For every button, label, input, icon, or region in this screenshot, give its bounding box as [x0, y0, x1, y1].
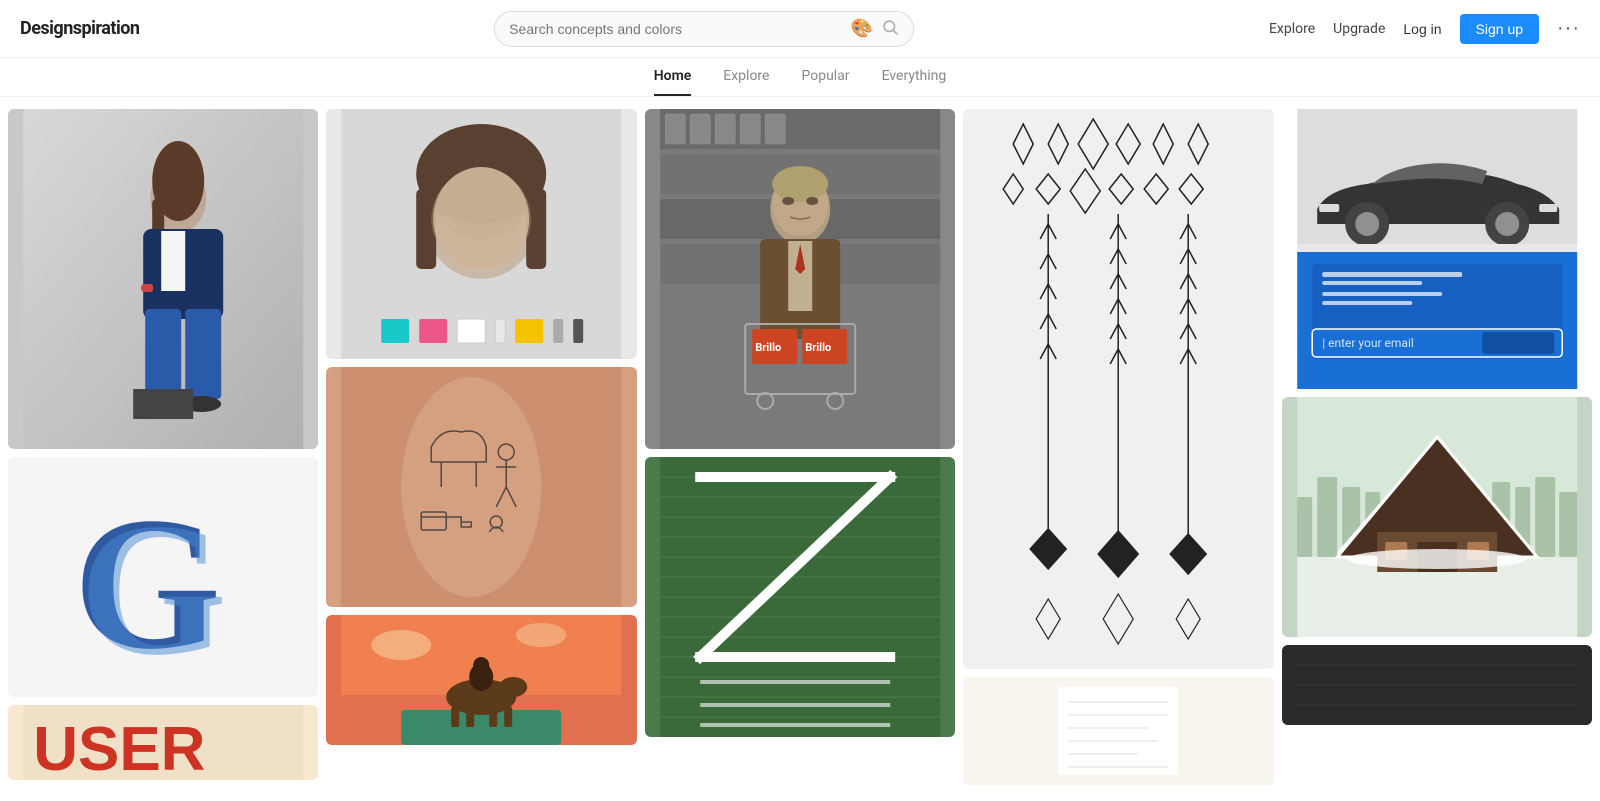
svg-text:G: G: [79, 485, 227, 695]
list-item[interactable]: [326, 615, 636, 745]
list-item[interactable]: G G: [8, 457, 318, 697]
masonry-col-5: | enter your email: [1282, 109, 1592, 785]
masonry-col-3: Brillo Brillo: [645, 109, 955, 785]
list-item[interactable]: [326, 109, 636, 359]
search-input[interactable]: [509, 21, 851, 37]
list-item[interactable]: [326, 367, 636, 607]
explore-nav-link[interactable]: Explore: [1269, 21, 1315, 37]
svg-text:Brillo: Brillo: [755, 341, 781, 354]
list-item[interactable]: [8, 109, 318, 449]
list-item[interactable]: [645, 457, 955, 737]
svg-text:| enter your email: | enter your email: [1322, 336, 1414, 350]
palette-icon[interactable]: 🎨: [851, 18, 873, 39]
list-item[interactable]: USER: [8, 705, 318, 780]
list-item[interactable]: [963, 677, 1273, 785]
masonry-col-1: G G USER: [8, 109, 318, 785]
signup-button[interactable]: Sign up: [1460, 14, 1539, 44]
list-item[interactable]: [1282, 397, 1592, 637]
tab-everything[interactable]: Everything: [882, 68, 947, 96]
tab-explore[interactable]: Explore: [723, 68, 769, 96]
masonry-grid: G G USER: [0, 97, 1600, 797]
header-right: Explore Upgrade Log in Sign up ···: [1269, 14, 1580, 44]
list-item[interactable]: Brillo Brillo: [645, 109, 955, 449]
header: Designspiration 🎨 Explore Upgrade Log in…: [0, 0, 1600, 58]
more-button[interactable]: ···: [1557, 17, 1580, 40]
svg-text:Brillo: Brillo: [805, 341, 831, 354]
tab-popular[interactable]: Popular: [801, 68, 849, 96]
logo: Designspiration: [20, 18, 139, 39]
svg-text:USER: USER: [33, 715, 205, 780]
upgrade-nav-link[interactable]: Upgrade: [1333, 21, 1385, 37]
nav-tabs: Home Explore Popular Everything: [0, 58, 1600, 97]
tab-home[interactable]: Home: [654, 68, 692, 96]
masonry-col-2: [326, 109, 636, 785]
list-item[interactable]: [1282, 645, 1592, 725]
search-icon[interactable]: [881, 18, 899, 40]
list-item[interactable]: | enter your email: [1282, 109, 1592, 389]
search-icons-group: 🎨: [851, 18, 899, 40]
login-button[interactable]: Log in: [1403, 21, 1441, 37]
search-bar: 🎨: [494, 11, 914, 47]
list-item[interactable]: [963, 109, 1273, 669]
masonry-col-4: [963, 109, 1273, 785]
